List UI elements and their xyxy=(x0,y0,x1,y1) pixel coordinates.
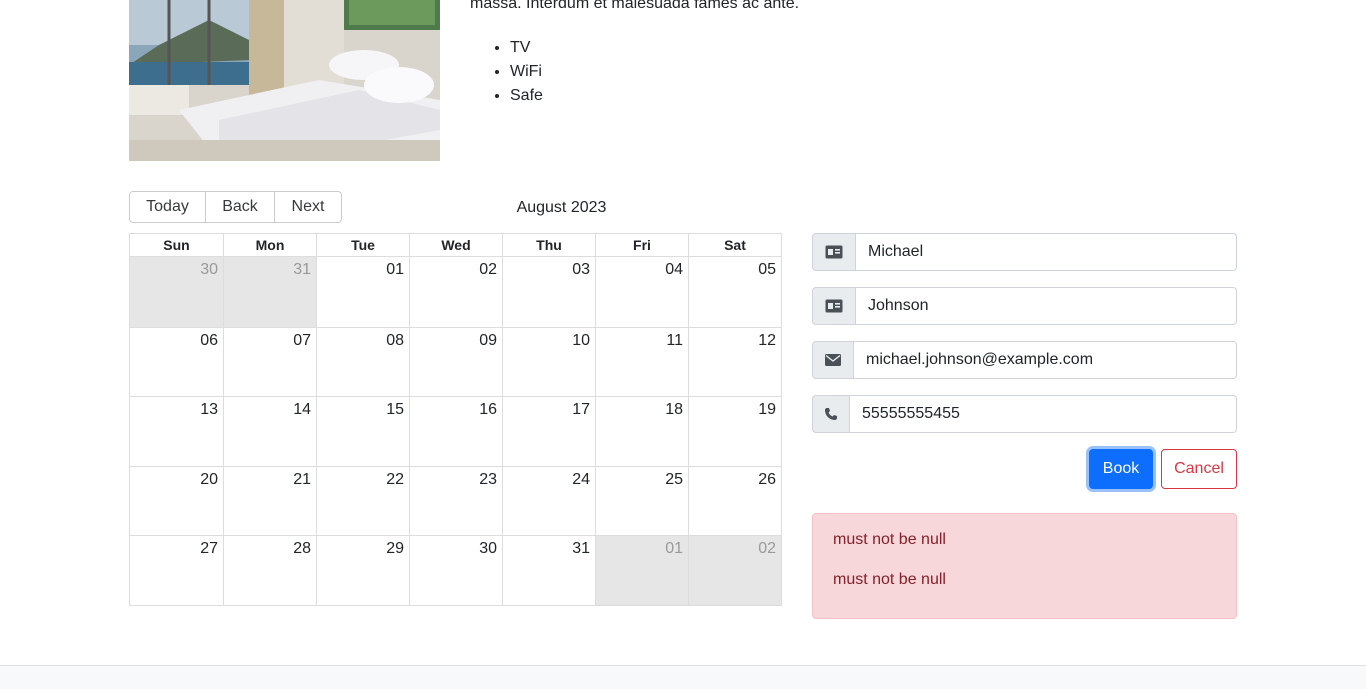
weekday-header: Fri xyxy=(595,234,688,256)
calendar-day[interactable]: 31 xyxy=(502,536,595,605)
weekday-header: Sat xyxy=(688,234,781,256)
features-list: TV WiFi Safe xyxy=(510,36,543,108)
calendar-day-off-range[interactable]: 30 xyxy=(130,257,223,327)
room-image xyxy=(129,0,440,161)
calendar-day[interactable]: 06 xyxy=(130,328,223,397)
weekday-header: Mon xyxy=(223,234,316,256)
phone-icon xyxy=(812,395,850,433)
calendar-day[interactable]: 01 xyxy=(316,257,409,327)
calendar-day[interactable]: 09 xyxy=(409,327,502,397)
calendar-day[interactable]: 28 xyxy=(223,536,316,605)
calendar-weeks: 30 31 01 02 03 04 05 06 07 08 09 10 11 12 13 14 15 16 17 18… xyxy=(130,257,781,605)
calendar-day[interactable]: 08 xyxy=(316,327,409,397)
phone-input[interactable] xyxy=(850,395,1237,433)
calendar-day[interactable]: 18 xyxy=(595,397,688,466)
envelope-icon xyxy=(812,341,854,379)
weekday-header: Sun xyxy=(163,237,190,253)
weekday-header: Wed xyxy=(409,234,502,256)
page-footer xyxy=(0,665,1366,689)
room-description: massa. Interdum et malesuada fames ac an… xyxy=(470,0,800,12)
calendar-day[interactable]: 30 xyxy=(409,536,502,605)
calendar-day[interactable]: 22 xyxy=(316,466,409,536)
lastname-input[interactable] xyxy=(856,287,1237,325)
calendar-day[interactable]: 02 xyxy=(409,257,502,327)
calendar-day[interactable]: 16 xyxy=(409,397,502,466)
calendar-week-row: 06 07 08 09 10 11 12 xyxy=(130,326,781,397)
calendar-day[interactable]: 04 xyxy=(595,257,688,327)
calendar-day[interactable]: 05 xyxy=(688,257,781,327)
calendar-day[interactable]: 21 xyxy=(223,466,316,536)
calendar-month-label: August 2023 xyxy=(516,199,607,216)
calendar-week-row: 13 14 15 16 17 18 19 xyxy=(130,396,781,466)
error-alert: must not be null must not be null xyxy=(812,513,1237,619)
feature-item: TV xyxy=(510,36,543,60)
calendar-day-off-range[interactable]: 02 xyxy=(688,536,781,605)
cancel-button[interactable]: Cancel xyxy=(1161,449,1237,489)
calendar-day-off-range[interactable]: 31 xyxy=(223,257,316,327)
calendar-month-view: Sun Mon Tue Wed Thu Fri Sat 30 31 01 02 03 04… xyxy=(129,233,782,606)
error-message: must not be null xyxy=(833,531,946,548)
calendar-day[interactable]: 26 xyxy=(688,466,781,536)
firstname-group xyxy=(812,233,1237,271)
weekday-header: Thu xyxy=(502,234,595,256)
calendar-day[interactable]: 03 xyxy=(502,257,595,327)
calendar-day[interactable]: 23 xyxy=(409,466,502,536)
calendar-day[interactable]: 24 xyxy=(502,466,595,536)
phone-group xyxy=(812,395,1237,433)
firstname-input[interactable] xyxy=(856,233,1237,271)
calendar-day[interactable]: 29 xyxy=(316,536,409,605)
lastname-group xyxy=(812,287,1237,325)
booking-form: Book Cancel xyxy=(812,233,1237,489)
calendar-day[interactable]: 25 xyxy=(595,466,688,536)
calendar-day[interactable]: 19 xyxy=(688,397,781,466)
calendar-day[interactable]: 14 xyxy=(223,397,316,466)
error-message: must not be null xyxy=(833,571,946,588)
feature-item: WiFi xyxy=(510,60,543,84)
calendar-day[interactable]: 07 xyxy=(223,327,316,397)
calendar-day[interactable]: 20 xyxy=(130,467,223,536)
calendar-day[interactable]: 15 xyxy=(316,397,409,466)
calendar-day-off-range[interactable]: 01 xyxy=(595,536,688,605)
calendar-week-row: 30 31 01 02 03 04 05 xyxy=(130,257,781,327)
calendar-day[interactable]: 10 xyxy=(502,327,595,397)
calendar-day[interactable]: 27 xyxy=(130,536,223,605)
calendar-day[interactable]: 17 xyxy=(502,397,595,466)
form-actions: Book Cancel xyxy=(812,449,1237,489)
calendar-week-row: 27 28 29 30 31 01 02 xyxy=(130,535,781,605)
book-button[interactable]: Book xyxy=(1089,449,1153,489)
id-card-icon xyxy=(812,287,856,325)
email-group xyxy=(812,341,1237,379)
calendar-day[interactable]: 11 xyxy=(595,327,688,397)
calendar-label-wrapper: August 2023 xyxy=(129,199,994,217)
weekday-header: Tue xyxy=(316,234,409,256)
email-input[interactable] xyxy=(854,341,1237,379)
id-card-icon xyxy=(812,233,856,271)
calendar-week-row: 20 21 22 23 24 25 26 xyxy=(130,465,781,536)
calendar-day[interactable]: 13 xyxy=(130,397,223,466)
calendar-header: Sun Mon Tue Wed Thu Fri Sat xyxy=(130,234,781,257)
feature-item: Safe xyxy=(510,84,543,108)
calendar-day[interactable]: 12 xyxy=(688,327,781,397)
